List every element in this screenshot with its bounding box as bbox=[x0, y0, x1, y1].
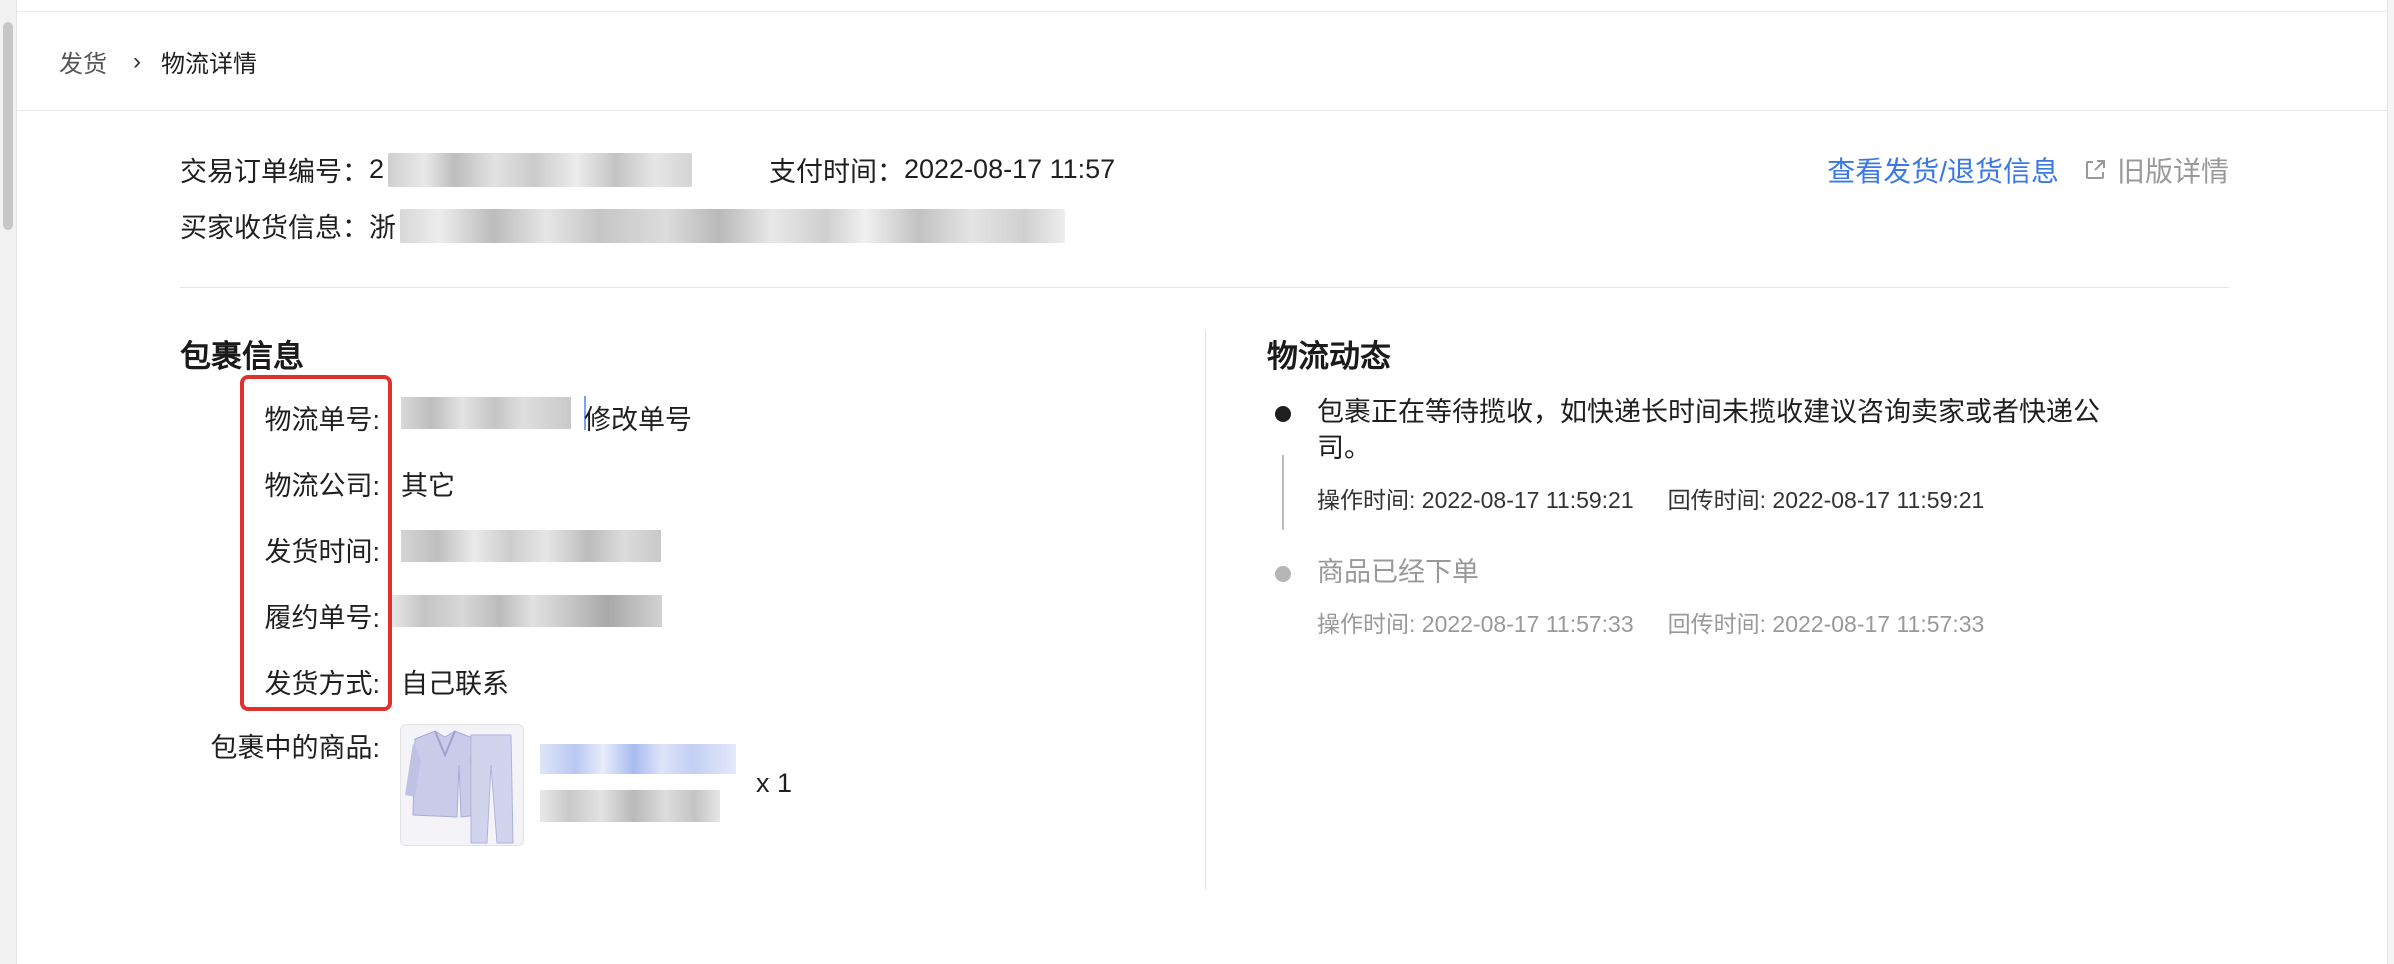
header-divider bbox=[17, 110, 2387, 111]
timeline-dot-past bbox=[1275, 566, 1291, 582]
order-number-label: 交易订单编号： bbox=[180, 157, 369, 187]
timeline-event-1-meta: 操作时间: 2022-08-17 11:59:21 回传时间: 2022-08-1… bbox=[1317, 481, 1984, 515]
ship-time-label: 发货时间: bbox=[264, 537, 380, 567]
right-scrollbar[interactable] bbox=[2387, 0, 2394, 964]
column-divider bbox=[1205, 330, 1206, 890]
timeline-event-1-text: 包裹正在等待揽收，如快递长时间未揽收建议咨询卖家或者快递公司。 bbox=[1317, 397, 2100, 463]
product-thumbnail[interactable] bbox=[400, 724, 524, 846]
tracking-number-redacted bbox=[401, 397, 571, 429]
fulfillment-number-redacted bbox=[392, 595, 662, 627]
package-items-label: 包裹中的商品: bbox=[210, 733, 380, 763]
scrollbar-thumb[interactable] bbox=[3, 22, 13, 230]
breadcrumb: 发货 › 物流详情 bbox=[59, 44, 257, 79]
left-scrollbar[interactable] bbox=[0, 0, 17, 964]
breadcrumb-chevron-icon: › bbox=[133, 47, 141, 75]
order-number-redacted bbox=[388, 152, 693, 187]
old-version-link[interactable]: 旧版详情 bbox=[2117, 150, 2229, 190]
tracking-number-label: 物流单号: bbox=[264, 405, 380, 435]
buyer-address-redacted bbox=[400, 208, 1065, 243]
logistics-company-label: 物流公司: bbox=[264, 471, 380, 501]
buyer-info-prefix: 浙 bbox=[369, 213, 396, 243]
timeline-event-2-meta: 操作时间: 2022-08-17 11:57:33 回传时间: 2022-08-1… bbox=[1317, 605, 1984, 639]
timeline-event-2-text: 商品已经下单 bbox=[1317, 557, 1479, 587]
pay-time-label: 支付时间： bbox=[769, 157, 904, 187]
pay-time-row: 支付时间： 2022-08-17 11:57 bbox=[769, 150, 1115, 189]
buyer-info-label: 买家收货信息： bbox=[180, 213, 369, 243]
order-number-row: 交易订单编号： 2 bbox=[180, 150, 693, 189]
product-sku-redacted bbox=[540, 790, 720, 822]
pay-time-value: 2022-08-17 11:57 bbox=[904, 154, 1116, 184]
timeline-event-1-callback-time: 回传时间: 2022-08-17 11:59:21 bbox=[1667, 487, 1985, 513]
external-link-icon bbox=[2085, 160, 2105, 179]
ship-time-redacted bbox=[401, 530, 661, 562]
timeline-dot-active bbox=[1275, 406, 1291, 422]
buyer-info-row: 买家收货信息： 浙 bbox=[180, 206, 1065, 245]
product-title-redacted[interactable] bbox=[540, 744, 736, 774]
ship-method-label: 发货方式: bbox=[264, 669, 380, 699]
breadcrumb-shipping-link[interactable]: 发货 bbox=[59, 44, 107, 79]
top-edge bbox=[17, 0, 2394, 12]
product-quantity: x 1 bbox=[756, 768, 793, 798]
pajama-product-image bbox=[401, 725, 523, 845]
view-shipping-return-link[interactable]: 查看发货/退货信息 bbox=[1827, 150, 2059, 190]
timeline-event-1-op-time: 操作时间: 2022-08-17 11:59:21 bbox=[1317, 487, 1634, 513]
logistics-company-value: 其它 bbox=[401, 471, 455, 501]
fulfillment-number-label: 履约单号: bbox=[264, 603, 380, 633]
edit-tracking-number-link[interactable]: 修改单号 bbox=[584, 398, 692, 437]
ship-method-value: 自己联系 bbox=[401, 669, 509, 699]
section-divider bbox=[180, 287, 2229, 288]
breadcrumb-current: 物流详情 bbox=[161, 51, 257, 78]
logistics-dynamics-title: 物流动态 bbox=[1267, 339, 1391, 374]
top-actions: 查看发货/退货信息 旧版详情 bbox=[1827, 150, 2229, 190]
order-number-prefix: 2 bbox=[369, 154, 385, 184]
package-info-title: 包裹信息 bbox=[180, 339, 304, 374]
timeline-event-2-op-time: 操作时间: 2022-08-17 11:57:33 bbox=[1317, 611, 1634, 637]
timeline-connector bbox=[1282, 455, 1284, 530]
timeline-event-2-callback-time: 回传时间: 2022-08-17 11:57:33 bbox=[1667, 611, 1985, 637]
